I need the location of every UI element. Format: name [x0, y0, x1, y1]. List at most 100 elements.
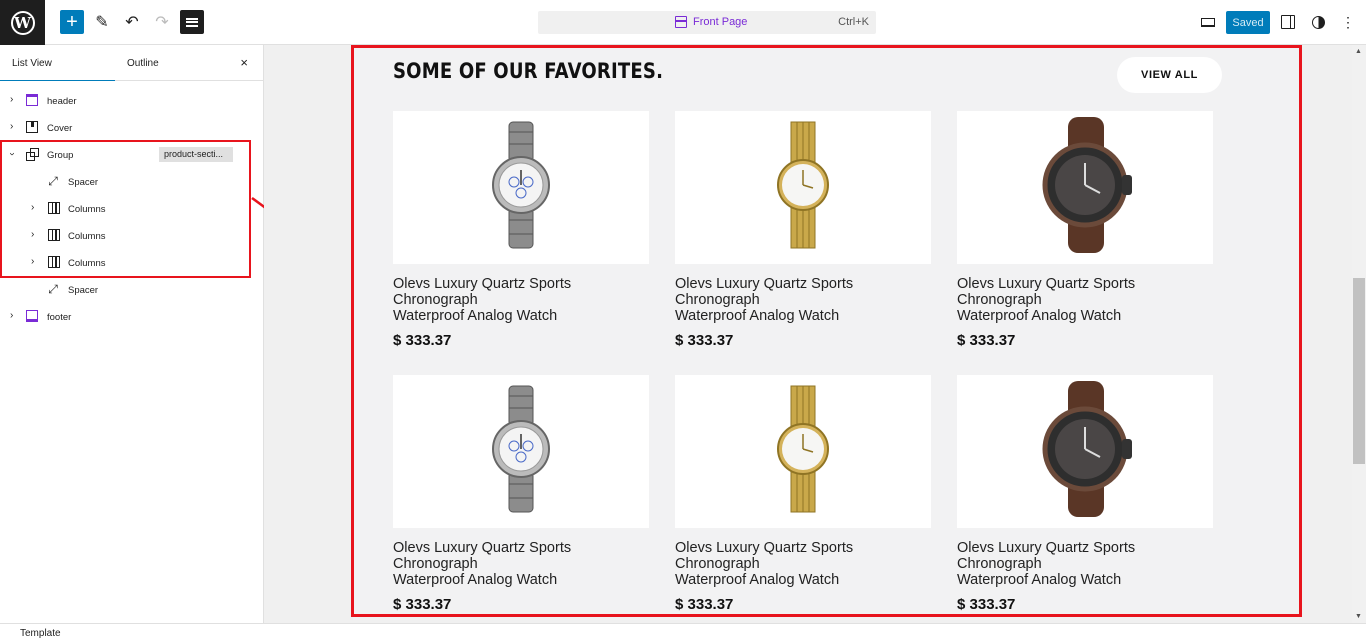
chevron-right-icon[interactable]: ›	[10, 95, 13, 105]
product-card[interactable]: Olevs Luxury Quartz Sports Chronograph Wat…	[957, 375, 1213, 613]
view-all-button[interactable]: VIEW ALL	[1117, 57, 1222, 93]
more-options-button[interactable]: ⋮	[1336, 10, 1360, 34]
section-heading[interactable]: SOME OF OUR FAVORITES.	[393, 59, 663, 83]
product-name-line: Chronograph	[957, 556, 1042, 572]
product-card[interactable]: Olevs Luxury Quartz Sports Chronograph Wat…	[393, 375, 649, 613]
device-preview-button[interactable]	[1196, 10, 1220, 34]
wordpress-logo-button[interactable]: W	[0, 0, 45, 45]
product-price[interactable]: $ 333.37	[675, 596, 931, 613]
wordpress-icon: W	[10, 10, 35, 35]
product-name-line: Waterproof Analog Watch	[675, 308, 840, 324]
product-name[interactable]: Olevs Luxury Quartz Sports Chronograph Wat…	[675, 540, 931, 588]
template-part-icon	[26, 94, 38, 106]
tree-item-label: Spacer	[68, 285, 99, 296]
pen-tool-icon[interactable]: ✎	[90, 10, 114, 34]
gold-watch-icon	[768, 120, 838, 255]
product-card[interactable]: Olevs Luxury Quartz Sports Chronograph Wat…	[393, 111, 649, 349]
product-name[interactable]: Olevs Luxury Quartz Sports Chronograph Wat…	[393, 276, 649, 324]
product-image[interactable]	[393, 375, 649, 528]
silver-watch-icon	[481, 384, 561, 519]
styles-button[interactable]	[1306, 10, 1330, 34]
editor-toolbar: W + ✎ ↶ ↷ Front Page Ctrl+K Saved ⋮	[0, 0, 1366, 45]
scrollbar-thumb[interactable]	[1353, 278, 1365, 464]
redo-icon[interactable]: ↷	[150, 10, 174, 34]
product-price[interactable]: $ 333.37	[675, 332, 931, 349]
cover-icon	[26, 121, 38, 133]
gold-watch-icon	[768, 384, 838, 519]
product-price[interactable]: $ 333.37	[957, 332, 1213, 349]
product-image[interactable]	[957, 111, 1213, 264]
command-shortcut: Ctrl+K	[838, 16, 869, 28]
product-image[interactable]	[957, 375, 1213, 528]
canvas-scrollbar[interactable]: ▲ ▼	[1352, 45, 1366, 623]
sidebar-icon	[1281, 15, 1295, 29]
product-price[interactable]: $ 333.37	[957, 596, 1213, 613]
product-image[interactable]	[675, 375, 931, 528]
page-template-icon	[675, 16, 687, 28]
product-name-line: Olevs Luxury Quartz Sports	[393, 540, 572, 556]
scroll-down-icon[interactable]: ▼	[1355, 613, 1362, 620]
product-card[interactable]: Olevs Luxury Quartz Sports Chronograph Wat…	[675, 375, 931, 613]
tab-list-view[interactable]: List View	[0, 45, 115, 81]
product-name[interactable]: Olevs Luxury Quartz Sports Chronograph Wat…	[957, 540, 1213, 588]
sidebar-tabs: List View Outline ×	[0, 45, 263, 81]
product-name-line: Chronograph	[957, 292, 1042, 308]
product-name[interactable]: Olevs Luxury Quartz Sports Chronograph Wat…	[675, 276, 931, 324]
list-view-sidebar: List View Outline × › header › Cover › G…	[0, 45, 264, 623]
tree-item-spacer[interactable]: ⤢ Spacer	[0, 276, 260, 303]
product-card[interactable]: Olevs Luxury Quartz Sports Chronograph Wat…	[957, 111, 1213, 349]
editor-canvas: SOME OF OUR FAVORITES. VIEW ALL Olevs Lu…	[264, 45, 1352, 623]
product-card[interactable]: Olevs Luxury Quartz Sports Chronograph Wat…	[675, 111, 931, 349]
product-name-line: Waterproof Analog Watch	[957, 572, 1122, 588]
chevron-right-icon[interactable]: ›	[10, 311, 13, 321]
contrast-icon	[1311, 15, 1325, 29]
product-name-line: Olevs Luxury Quartz Sports	[675, 540, 854, 556]
settings-sidebar-toggle[interactable]	[1276, 10, 1300, 34]
list-view-toggle-button[interactable]	[180, 10, 204, 34]
silver-watch-icon	[481, 120, 561, 255]
tab-outline[interactable]: Outline	[127, 45, 159, 81]
product-name-line: Waterproof Analog Watch	[393, 308, 558, 324]
product-price[interactable]: $ 333.37	[393, 596, 649, 613]
product-name[interactable]: Olevs Luxury Quartz Sports Chronograph Wat…	[957, 276, 1213, 324]
block-breadcrumb-bar: Template	[0, 623, 1366, 641]
tree-item-cover[interactable]: › Cover	[0, 114, 260, 141]
list-view-icon	[186, 16, 198, 28]
add-block-button[interactable]: +	[60, 10, 84, 34]
product-name-line: Waterproof Analog Watch	[675, 572, 840, 588]
saved-button[interactable]: Saved	[1226, 11, 1270, 34]
product-name-line: Chronograph	[393, 292, 478, 308]
template-part-icon	[26, 310, 38, 322]
brown-watch-icon	[1030, 379, 1140, 524]
command-palette-bar[interactable]: Front Page Ctrl+K	[538, 11, 876, 34]
tree-item-label: footer	[47, 312, 72, 323]
product-section[interactable]: SOME OF OUR FAVORITES. VIEW ALL Olevs Lu…	[353, 45, 1299, 620]
tree-item-footer[interactable]: › footer	[0, 303, 260, 330]
chevron-right-icon[interactable]: ›	[10, 122, 13, 132]
scroll-up-icon[interactable]: ▲	[1355, 48, 1362, 55]
close-icon[interactable]: ×	[240, 56, 248, 69]
undo-icon[interactable]: ↶	[120, 10, 144, 34]
product-name-line: Chronograph	[675, 292, 760, 308]
product-name-line: Olevs Luxury Quartz Sports	[393, 276, 572, 292]
product-name-line: Waterproof Analog Watch	[957, 308, 1122, 324]
tree-item-label: header	[47, 96, 77, 107]
product-image[interactable]	[393, 111, 649, 264]
laptop-icon	[1201, 17, 1215, 27]
tree-item-header[interactable]: › header	[0, 87, 260, 114]
product-name-line: Chronograph	[393, 556, 478, 572]
product-name[interactable]: Olevs Luxury Quartz Sports Chronograph Wat…	[393, 540, 649, 588]
highlight-box-group	[0, 140, 251, 278]
document-title: Front Page	[693, 16, 748, 28]
product-price[interactable]: $ 333.37	[393, 332, 649, 349]
product-name-line: Olevs Luxury Quartz Sports	[675, 276, 854, 292]
brown-watch-icon	[1030, 115, 1140, 260]
product-name-line: Olevs Luxury Quartz Sports	[957, 276, 1136, 292]
tree-item-label: Cover	[47, 123, 73, 134]
breadcrumb-template[interactable]: Template	[20, 628, 61, 639]
spacer-icon: ⤢	[48, 282, 58, 296]
product-name-line: Chronograph	[675, 556, 760, 572]
product-name-line: Olevs Luxury Quartz Sports	[957, 540, 1136, 556]
product-name-line: Waterproof Analog Watch	[393, 572, 558, 588]
product-image[interactable]	[675, 111, 931, 264]
